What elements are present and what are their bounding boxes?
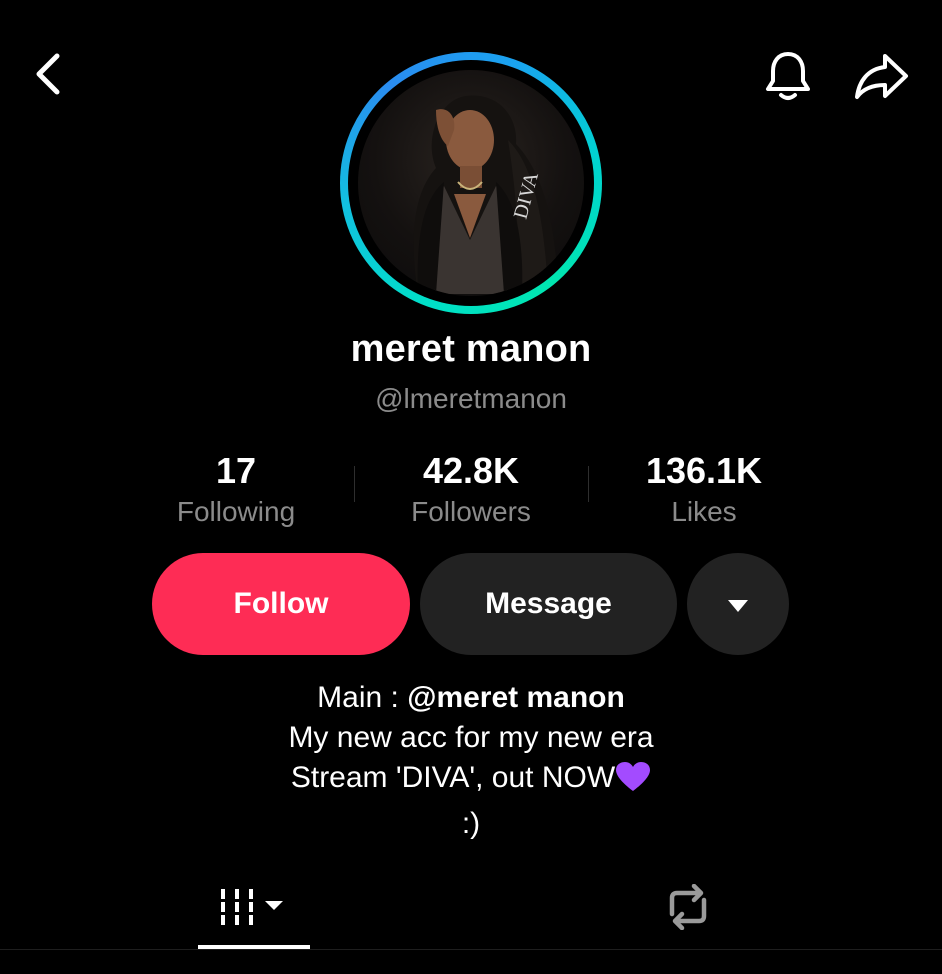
bio: Main : @meret manon My new acc for my ne… xyxy=(0,678,942,844)
display-name: meret manon xyxy=(350,328,592,370)
share-arrow-icon xyxy=(852,51,910,106)
following-stat[interactable]: 17 Following xyxy=(136,452,336,528)
bio-line: My new acc for my new era xyxy=(288,721,654,754)
back-button[interactable] xyxy=(22,50,74,102)
grid-icon xyxy=(217,885,291,934)
bio-main-prefix: Main : xyxy=(317,681,408,714)
bio-line-smile: :) xyxy=(461,807,481,840)
likes-count: 136.1K xyxy=(645,450,763,491)
bio-line-stream: Stream 'DIVA', out NOW xyxy=(0,758,942,804)
bio-line-main: Main : @meret manon xyxy=(0,678,942,718)
tab-videos[interactable] xyxy=(198,868,310,950)
followers-label: Followers xyxy=(411,496,531,527)
avatar-frame: DIVA xyxy=(348,60,594,306)
likes-label: Likes xyxy=(671,496,737,527)
follow-button[interactable]: Follow xyxy=(152,553,410,655)
caret-down-icon xyxy=(727,587,749,621)
bell-icon xyxy=(763,49,813,108)
bio-stream-text: Stream 'DIVA', out NOW xyxy=(290,761,616,794)
content-tabs xyxy=(0,868,942,950)
avatar: DIVA xyxy=(358,70,584,296)
stat-divider xyxy=(588,466,589,502)
share-button[interactable] xyxy=(848,48,914,108)
avatar-story-ring[interactable]: DIVA xyxy=(340,52,602,314)
username: @lmeretmanon xyxy=(375,383,567,414)
avatar-portrait: DIVA xyxy=(413,95,558,294)
purple-heart-icon xyxy=(615,761,651,804)
bio-main-mention[interactable]: @meret manon xyxy=(407,681,625,714)
repost-icon xyxy=(662,883,714,935)
stat-divider xyxy=(354,466,355,502)
notification-bell-button[interactable] xyxy=(758,48,818,108)
following-label: Following xyxy=(176,496,296,527)
chevron-left-icon xyxy=(33,52,63,101)
tab-divider xyxy=(0,949,942,950)
tab-reposts[interactable] xyxy=(640,868,736,950)
followers-count: 42.8K xyxy=(422,450,520,491)
following-count: 17 xyxy=(215,450,257,491)
followers-stat[interactable]: 42.8K Followers xyxy=(371,452,571,528)
message-button[interactable]: Message xyxy=(420,553,677,655)
likes-stat[interactable]: 136.1K Likes xyxy=(604,452,804,528)
more-options-button[interactable] xyxy=(687,553,789,655)
